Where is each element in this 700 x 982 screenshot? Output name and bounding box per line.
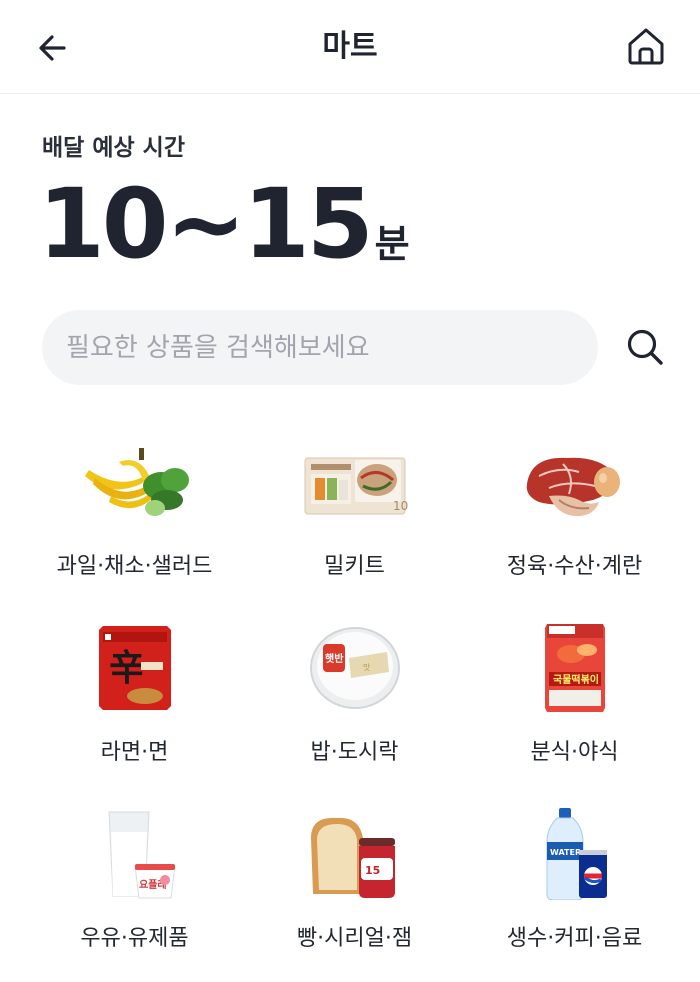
top-bar: 마트	[0, 0, 700, 94]
category-label: 밀키트	[324, 554, 385, 579]
delivery-time-unit: 분	[374, 222, 410, 266]
milk-yogurt-icon: 요플레	[108, 811, 176, 899]
category-milk-dairy[interactable]: 요플레 우유·유제품	[18, 802, 251, 982]
svg-text:辛: 辛	[109, 648, 145, 689]
category-label: 분식·야식	[530, 740, 619, 765]
category-rice-lunchbox[interactable]: 햇반 맛 밥·도시락	[238, 616, 471, 796]
svg-text:국물떡볶이: 국물떡볶이	[553, 673, 599, 686]
svg-text:15: 15	[365, 864, 380, 877]
water-soda-icon: WATER	[546, 808, 607, 900]
arrow-left-icon[interactable]	[34, 28, 74, 68]
category-meal-kit[interactable]: 10 밀키트	[238, 430, 471, 610]
category-label: 정육·수산·계란	[506, 554, 643, 579]
category-meat-seafood-egg[interactable]: 정육·수산·계란	[458, 430, 691, 610]
category-label: 빵·시리얼·잼	[296, 926, 413, 951]
search-input[interactable]	[42, 310, 598, 385]
category-label: 생수·커피·음료	[506, 926, 643, 951]
search-icon[interactable]	[624, 326, 666, 368]
page-title: 마트	[322, 29, 378, 64]
category-label: 과일·채소·샐러드	[56, 554, 213, 579]
category-label: 우유·유제품	[80, 926, 189, 951]
meat-shrimp-egg-icon	[526, 457, 620, 517]
svg-text:WATER: WATER	[550, 848, 581, 857]
home-icon[interactable]	[624, 24, 668, 68]
category-label: 밥·도시락	[310, 740, 399, 765]
category-bread-cereal-jam[interactable]: 15 빵·시리얼·잼	[238, 802, 471, 982]
category-fruit-vegetable-salad[interactable]: 과일·채소·샐러드	[18, 430, 251, 610]
delivery-time: 10~15 분	[38, 168, 410, 280]
category-snack-latenight[interactable]: 국물떡볶이 분식·야식	[458, 616, 691, 796]
tteokbokki-pack-icon: 국물떡볶이	[545, 624, 605, 712]
banana-greens-icon	[85, 448, 189, 516]
category-water-coffee-drink[interactable]: WATER 생수·커피·음료	[458, 802, 691, 982]
delivery-time-value: 10~15	[38, 168, 374, 280]
svg-text:10: 10	[393, 499, 408, 513]
meal-kit-icon: 10	[304, 457, 408, 515]
category-label: 라면·면	[100, 740, 169, 765]
bread-jam-icon: 15	[311, 817, 395, 898]
delivery-time-label: 배달 예상 시간	[42, 135, 185, 161]
category-ramen-noodle[interactable]: 辛 라면·면	[18, 616, 251, 796]
rice-bowl-icon: 햇반 맛	[310, 627, 400, 709]
ramen-pack-icon: 辛	[99, 626, 171, 710]
svg-text:햇반: 햇반	[325, 652, 344, 665]
svg-text:맛: 맛	[363, 662, 371, 672]
